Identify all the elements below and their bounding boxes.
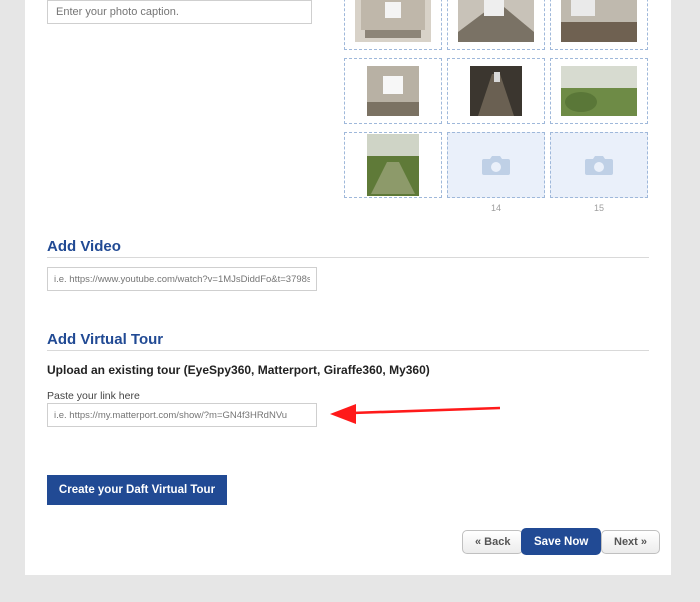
photo-thumb[interactable] <box>447 58 545 124</box>
placeholder-number: 15 <box>551 203 647 213</box>
outdoor-photo-icon <box>367 134 419 196</box>
photo-thumb[interactable] <box>550 0 648 50</box>
paste-link-label: Paste your link here <box>47 390 140 402</box>
back-button[interactable]: « Back <box>462 530 523 554</box>
save-now-button[interactable]: Save Now <box>521 528 601 555</box>
room-photo-icon <box>355 0 431 42</box>
photo-placeholder[interactable]: 15 <box>550 132 648 198</box>
photo-thumb[interactable] <box>550 58 648 124</box>
photo-caption-input[interactable] <box>47 0 312 24</box>
room-photo-icon <box>561 0 637 42</box>
room-photo-icon <box>367 66 419 116</box>
photo-grid: 14 15 <box>344 0 649 198</box>
virtual-tour-subheading: Upload an existing tour (EyeSpy360, Matt… <box>47 363 430 377</box>
main-panel: 14 15 Add Video Add Virtual Tour Upload … <box>25 0 671 575</box>
page-root: 14 15 Add Video Add Virtual Tour Upload … <box>0 0 700 602</box>
photo-thumb[interactable] <box>344 132 442 198</box>
divider <box>47 350 649 351</box>
add-virtual-tour-heading: Add Virtual Tour <box>47 331 163 348</box>
next-button[interactable]: Next » <box>601 530 660 554</box>
room-photo-icon <box>458 0 534 42</box>
photo-thumb[interactable] <box>344 0 442 50</box>
placeholder-number: 14 <box>448 203 544 213</box>
virtual-tour-url-input[interactable] <box>47 403 317 427</box>
hallway-photo-icon <box>470 66 522 116</box>
create-virtual-tour-button[interactable]: Create your Daft Virtual Tour <box>47 475 227 505</box>
camera-icon <box>584 153 614 177</box>
outdoor-photo-icon <box>561 66 637 116</box>
add-video-heading: Add Video <box>47 238 121 255</box>
camera-icon <box>481 153 511 177</box>
photo-thumb[interactable] <box>344 58 442 124</box>
video-url-input[interactable] <box>47 267 317 291</box>
annotation-arrow-icon <box>330 395 500 427</box>
divider <box>47 257 649 258</box>
photo-placeholder[interactable]: 14 <box>447 132 545 198</box>
photo-thumb[interactable] <box>447 0 545 50</box>
